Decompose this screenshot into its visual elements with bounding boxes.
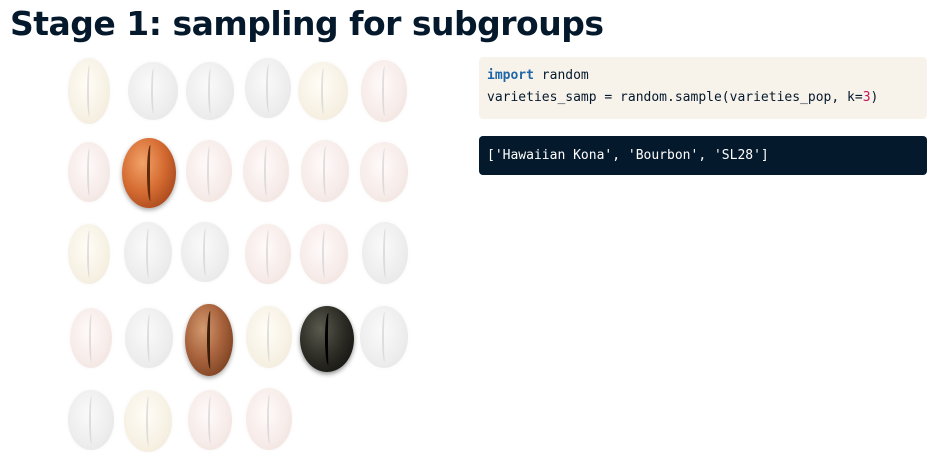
coffee-bean-icon — [300, 224, 348, 284]
coffee-bean-icon — [68, 142, 110, 202]
coffee-bean-grid — [0, 0, 460, 467]
code-text: varieties_samp = random.sample(varieties… — [487, 90, 863, 105]
selected-coffee-bean-icon — [185, 304, 233, 376]
code-keyword: import — [487, 68, 534, 83]
coffee-bean-icon — [298, 62, 348, 120]
output-block: ['Hawaiian Kona', 'Bourbon', 'SL28'] — [479, 136, 927, 175]
coffee-bean-icon — [246, 306, 292, 368]
coffee-bean-icon — [361, 60, 407, 122]
code-line-1: import random — [487, 65, 927, 87]
code-block: import random varieties_samp = random.sa… — [479, 57, 927, 119]
coffee-bean-icon — [68, 390, 114, 450]
selected-coffee-bean-icon — [300, 306, 354, 372]
coffee-bean-icon — [68, 224, 110, 284]
code-text: random — [533, 68, 589, 83]
coffee-bean-icon — [70, 308, 112, 368]
coffee-bean-icon — [245, 58, 291, 118]
coffee-bean-icon — [188, 390, 232, 450]
selected-coffee-bean-icon — [122, 138, 176, 208]
coffee-bean-icon — [186, 62, 234, 120]
coffee-bean-icon — [245, 224, 291, 284]
coffee-bean-icon — [243, 140, 289, 202]
code-text: ) — [870, 90, 879, 105]
code-line-2: varieties_samp = random.sample(varieties… — [487, 87, 927, 109]
coffee-bean-icon — [186, 140, 232, 202]
coffee-bean-icon — [124, 390, 172, 452]
coffee-bean-icon — [128, 62, 178, 120]
coffee-bean-icon — [124, 222, 172, 284]
coffee-bean-icon — [360, 306, 408, 368]
coffee-bean-icon — [246, 388, 292, 450]
coffee-bean-icon — [362, 222, 408, 284]
coffee-bean-icon — [301, 140, 349, 202]
coffee-bean-icon — [181, 222, 229, 282]
coffee-bean-icon — [125, 308, 173, 368]
coffee-bean-icon — [360, 142, 408, 202]
code-number: 3 — [862, 90, 871, 105]
coffee-bean-icon — [68, 58, 110, 124]
